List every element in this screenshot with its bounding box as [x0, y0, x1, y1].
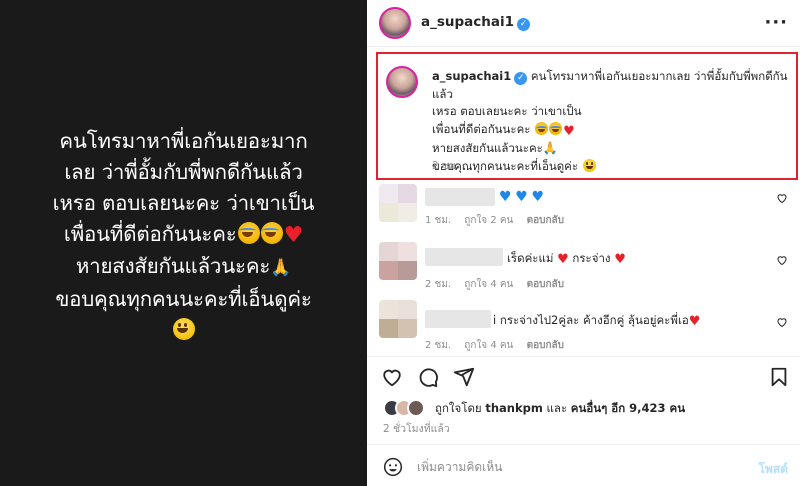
story-line: เลย ว่าพี่อั้มกับพี่พกดีกันแล้ว: [64, 160, 303, 184]
post-image: คนโทรมาหาพี่เอกันเยอะมาก เลย ว่าพี่อั้มก…: [0, 0, 367, 486]
likes-prefix: ถูกใจโดย: [435, 401, 482, 415]
caption-highlight: a_supachai1 ✓ คนโทรมาหาพี่เอกันเยอะมากเลย…: [376, 52, 798, 180]
comment-item: i กระจ่างไป2คู่ละ ค้างอีกคู่ ลุ้นอยู่คะพ…: [367, 300, 800, 358]
folded-hands-icon: 🙏: [542, 141, 558, 155]
caption-line: เหรอ ตอบเลยนะคะ ว่าเขาเป็น: [432, 104, 582, 118]
reply-button[interactable]: ตอบกลับ: [527, 279, 564, 290]
red-heart-icon: ♥: [563, 123, 575, 139]
comment-item: ♥ ♥ ♥ 1 ชม. ถูกใจ 2 คน ตอบกลับ: [367, 184, 800, 242]
laughing-emoji-icon: [237, 222, 260, 244]
author-username-text[interactable]: a_supachai1: [421, 14, 514, 30]
comment-text-body-2: กระจ่าง: [572, 251, 611, 265]
blue-heart-icon: ♥: [515, 189, 528, 205]
caption-username[interactable]: a_supachai1: [432, 69, 511, 83]
reply-button[interactable]: ตอบกลับ: [527, 215, 564, 226]
caption-line: หายสงสัยกันแล้วนะคะ: [432, 141, 543, 155]
comment-time[interactable]: 2 ชม.: [425, 279, 451, 290]
more-options-icon[interactable]: ···: [764, 12, 788, 33]
red-heart-icon: ♥: [283, 223, 304, 248]
commenter-avatar[interactable]: [379, 184, 417, 222]
comment-meta: 2 ชม. ถูกใจ 4 คน ตอบกลับ: [425, 277, 574, 292]
comment-divider: [367, 444, 800, 445]
laughing-emoji-icon: [535, 121, 549, 135]
bookmark-icon[interactable]: [768, 366, 790, 388]
author-avatar[interactable]: [379, 7, 411, 39]
smiley-emoji-icon: [173, 318, 195, 340]
heart-icon[interactable]: [381, 366, 403, 388]
comment-text-body: เร็ดค่ะแม่: [507, 251, 554, 265]
story-line: เหรอ ตอบเลยนะคะ ว่าเขาเป็น: [52, 191, 315, 215]
comment-icon[interactable]: [417, 366, 439, 388]
comment-meta: 1 ชม. ถูกใจ 2 คน ตอบกลับ: [425, 213, 574, 228]
commenter-avatar[interactable]: [379, 300, 417, 338]
comments-panel: a_supachai1 ✓ ··· a_supachai1 ✓ คนโทรมาหาพ…: [367, 0, 800, 486]
comment-time[interactable]: 2 ชม.: [425, 340, 451, 351]
likes-middle: และ: [546, 401, 568, 415]
blue-heart-icon: ♥: [499, 189, 512, 205]
comment-text-body: i กระจ่างไป2คู่ละ ค้างอีกคู่ ลุ้นอยู่คะพ…: [493, 313, 689, 327]
comment-likes[interactable]: ถูกใจ 4 คน: [464, 279, 513, 290]
likes-summary: ถูกใจโดย thankpm และ คนอื่นๆ อีก 9,423 ค…: [383, 398, 800, 418]
caption-line-3: เพื่อนที่ดีต่อกันนะคะ ♥: [432, 121, 792, 141]
folded-hands-icon: 🙏: [270, 258, 292, 278]
comment-likes[interactable]: ถูกใจ 2 คน: [464, 215, 513, 226]
story-line: คนโทรมาหาพี่เอกันเยอะมาก: [59, 129, 308, 153]
comment-likes[interactable]: ถูกใจ 4 คน: [464, 340, 513, 351]
comment-text: เร็ดค่ะแม่ ♥ กระจ่าง ♥: [507, 250, 626, 268]
commenter-name-blurred[interactable]: [425, 248, 503, 266]
like-comment-icon[interactable]: [776, 254, 788, 266]
blue-heart-icon: ♥: [531, 189, 544, 205]
story-text: คนโทรมาหาพี่เอกันเยอะมาก เลย ว่าพี่อั้มก…: [22, 126, 345, 346]
share-icon[interactable]: [453, 366, 475, 388]
comment-input[interactable]: [417, 456, 737, 478]
story-line-4: เพื่อนที่ดีต่อกันนะคะ ♥: [22, 219, 345, 251]
caption-avatar[interactable]: [386, 66, 418, 98]
laughing-emoji-icon: [549, 121, 563, 135]
caption-line: เพื่อนที่ดีต่อกันนะคะ: [432, 121, 531, 136]
action-bar: [367, 362, 800, 392]
red-heart-icon: ♥: [557, 252, 569, 267]
reply-button[interactable]: ตอบกลับ: [527, 340, 564, 351]
caption-text: a_supachai1 ✓ คนโทรมาหาพี่เอกันเยอะมากเลย…: [432, 68, 792, 175]
like-comment-icon[interactable]: [776, 316, 788, 328]
commenter-name-blurred[interactable]: [425, 188, 495, 206]
post-header: a_supachai1 ✓ ···: [367, 0, 800, 46]
red-heart-icon: ♥: [614, 252, 626, 267]
like-comment-icon[interactable]: [776, 192, 788, 204]
liker-avatars[interactable]: [383, 399, 431, 417]
story-line: เพื่อนที่ดีต่อกันนะคะ: [63, 222, 237, 246]
verified-badge-icon: ✓: [517, 18, 531, 31]
post-comment-button[interactable]: โพสต์: [759, 460, 788, 479]
likes-text: ถูกใจโดย thankpm และ คนอื่นๆ อีก 9,423 ค…: [435, 400, 685, 418]
story-line: ขอบคุณทุกคนนะคะที่เอ็นดูค่ะ: [55, 287, 312, 311]
liker-avatar: [407, 399, 425, 417]
caption-time[interactable]: 2 ชม.: [432, 157, 459, 174]
red-heart-icon: ♥: [688, 314, 701, 329]
commenter-avatar[interactable]: [379, 242, 417, 280]
comment-text: ♥ ♥ ♥: [499, 189, 544, 205]
comment-item: เร็ดค่ะแม่ ♥ กระจ่าง ♥ 2 ชม. ถูกใจ 4 คน …: [367, 242, 800, 300]
liker-username[interactable]: thankpm: [485, 401, 543, 415]
comment-meta: 2 ชม. ถูกใจ 4 คน ตอบกลับ: [425, 338, 574, 353]
comment-text: i กระจ่างไป2คู่ละ ค้างอีกคู่ ลุ้นอยู่คะพ…: [493, 312, 700, 330]
emoji-icon[interactable]: [383, 457, 403, 477]
commenter-name-blurred[interactable]: [425, 310, 491, 328]
add-comment-bar: โพสต์: [367, 452, 800, 482]
post-time[interactable]: 2 ชั่วโมงที่แล้ว: [383, 420, 450, 437]
likes-others[interactable]: คนอื่นๆ อีก 9,423 คน: [571, 401, 685, 415]
verified-badge-icon: ✓: [514, 72, 528, 85]
story-line-5: หายสงสัยกันแล้วนะคะ🙏: [22, 251, 345, 284]
story-line: หายสงสัยกันแล้วนะคะ: [75, 254, 271, 278]
author-username[interactable]: a_supachai1 ✓: [421, 14, 531, 31]
actions-divider: [367, 356, 800, 357]
caption-line-1: a_supachai1 ✓ คนโทรมาหาพี่เอกันเยอะมากเลย…: [432, 68, 792, 103]
story-line-7: [22, 315, 345, 346]
caption-line-4: หายสงสัยกันแล้วนะคะ🙏: [432, 140, 792, 158]
smiley-emoji-icon: [582, 158, 596, 172]
comment-time[interactable]: 1 ชม.: [425, 215, 451, 226]
caption-line-5: ขอบคุณทุกคนนะคะที่เอ็นดูค่ะ: [432, 158, 792, 176]
header-divider: [367, 46, 800, 47]
laughing-emoji-icon: [260, 222, 283, 244]
